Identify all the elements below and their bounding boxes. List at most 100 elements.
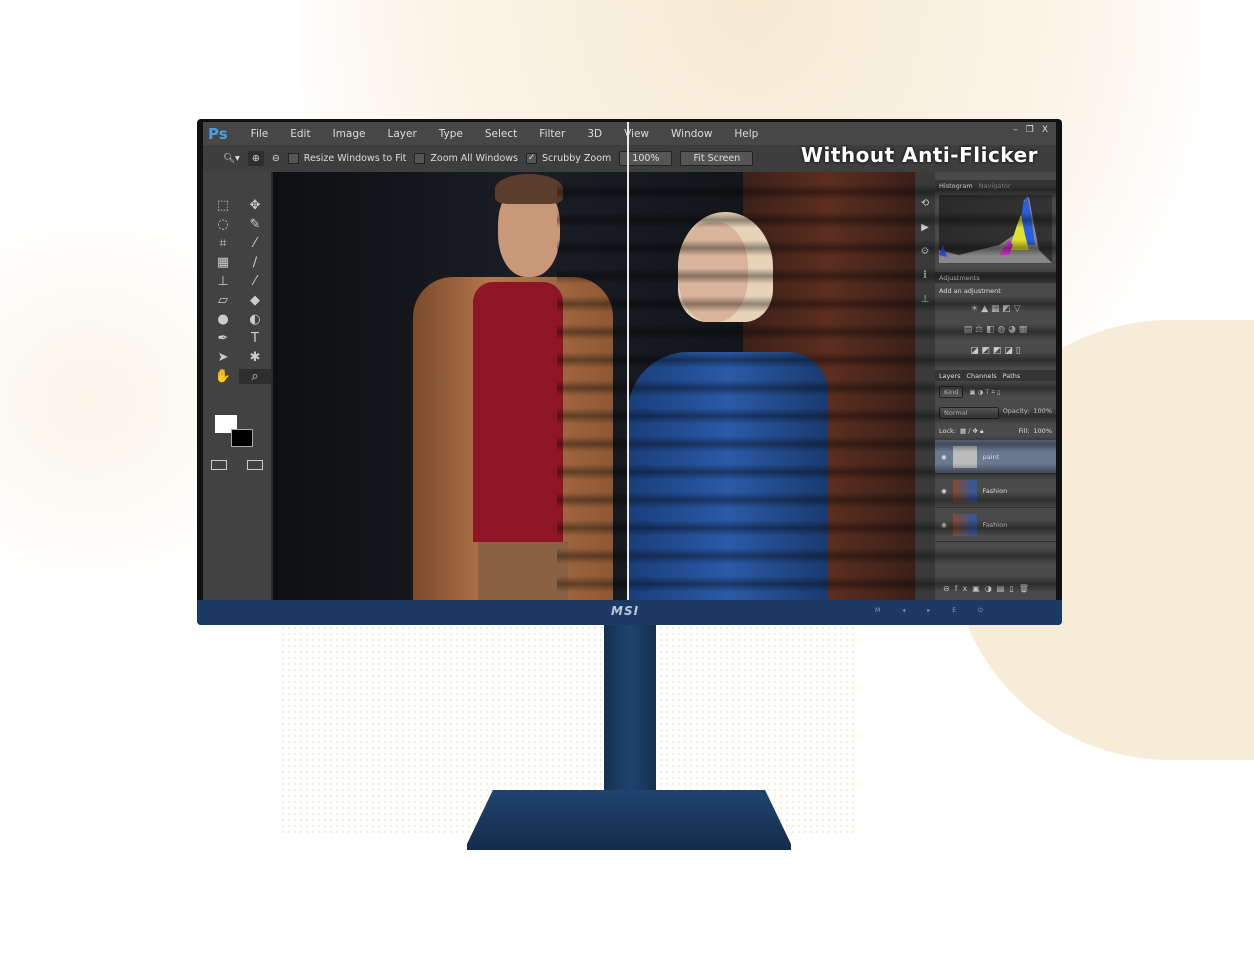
layer-row[interactable]: ◉ paint	[935, 440, 1056, 474]
lock-label: Lock:	[939, 427, 957, 435]
type-tool-icon[interactable]: T	[239, 331, 271, 346]
zoom-in-icon[interactable]: ⊕	[247, 151, 264, 166]
resize-windows-checkbox[interactable]: Resize Windows to Fit	[287, 153, 406, 164]
visibility-eye-icon[interactable]: ◉	[941, 487, 947, 495]
opacity-label: Opacity:	[1002, 407, 1030, 415]
menu-layer[interactable]: Layer	[376, 128, 427, 140]
tab-adjustments[interactable]: Adjustments	[939, 274, 980, 282]
tab-histogram[interactable]: Histogram	[939, 182, 973, 190]
histogram-panel: Histogram Navigator	[935, 180, 1056, 267]
adjustments-hint: Add an adjustment	[939, 287, 1001, 295]
close-button[interactable]: X	[1042, 125, 1048, 135]
menu-bar: Ps File Edit Image Layer Type Select Fil…	[203, 122, 1056, 145]
photoshop-logo: Ps	[208, 124, 228, 143]
photo-woman-jacket	[628, 352, 828, 600]
menu-window[interactable]: Window	[660, 128, 723, 140]
fill-field[interactable]: 100%	[1033, 427, 1052, 436]
adjustment-icons[interactable]: ☀ ▲ ▦ ◩ ▽ ▤ ⚖ ◧ ◍ ◕ ▦ ◪ ◩ ◩ ◪ ▯	[935, 299, 1056, 362]
bucket-tool-icon[interactable]: ◆	[239, 293, 271, 308]
layer-thumbnail	[952, 445, 977, 468]
stamp-tool-icon[interactable]: ⊥	[207, 274, 239, 289]
fit-screen-button[interactable]: Fit Screen	[680, 151, 754, 166]
menu-select[interactable]: Select	[474, 128, 528, 140]
right-button[interactable]: ▸	[927, 607, 930, 615]
menu-3d[interactable]: 3D	[576, 128, 613, 140]
shape-tool-icon[interactable]: ✱	[239, 350, 271, 365]
layers-panel: Layers Channels Paths Kind ▣ ◑ T ⌗ ▯ Normal…	[935, 370, 1056, 593]
screen-mode-icon[interactable]	[247, 460, 263, 470]
menu-filter[interactable]: Filter	[528, 128, 576, 140]
photo-man-pants	[478, 542, 568, 600]
crop-tool-icon[interactable]: ⌗	[207, 236, 239, 251]
msi-logo: MSI	[611, 604, 640, 618]
zoom-tool-icon[interactable]: ⌕	[239, 369, 271, 384]
healing-tool-icon[interactable]: ▦	[207, 255, 239, 270]
monitor-stand-base	[467, 790, 791, 850]
lasso-tool-icon[interactable]: ◌	[207, 217, 239, 232]
screen: Ps File Edit Image Layer Type Select Fil…	[203, 122, 1056, 600]
zoom-out-icon[interactable]: ⊖	[272, 153, 280, 164]
left-button[interactable]: ◂	[902, 607, 905, 615]
menu-view[interactable]: View	[613, 128, 660, 140]
properties-icon[interactable]: ⚙	[915, 240, 935, 264]
zoom-all-windows-checkbox[interactable]: Zoom All Windows	[414, 153, 518, 164]
scrubby-zoom-checkbox[interactable]: ✓ Scrubby Zoom	[526, 153, 611, 164]
power-button[interactable]: ⏻	[978, 607, 983, 615]
kind-filter[interactable]: Kind	[939, 386, 964, 398]
filter-icons[interactable]: ▣ ◑ T ⌗ ▯	[969, 388, 1000, 397]
minimize-button[interactable]: –	[1013, 125, 1018, 135]
layer-action-icons[interactable]: ⊖fx▣◑▤▯🗑︎	[943, 584, 1034, 593]
layer-row[interactable]: ◉ Fashion	[935, 474, 1056, 508]
fill-label: Fill:	[1018, 427, 1030, 435]
hand-tool-icon[interactable]: ✋	[207, 369, 239, 384]
opacity-field[interactable]: 100%	[1033, 407, 1052, 419]
lock-icons[interactable]: ▦ ∕ ✥ 🔒︎	[960, 427, 983, 436]
menu-button[interactable]: M	[875, 607, 880, 615]
exit-button[interactable]: E	[952, 607, 956, 615]
menu-help[interactable]: Help	[723, 128, 769, 140]
monitor-bezel: MSI M ◂ ▸ E ⏻	[197, 600, 1062, 625]
tab-navigator[interactable]: Navigator	[979, 182, 1011, 190]
background-color-swatch[interactable]	[231, 429, 253, 447]
menu-type[interactable]: Type	[428, 128, 474, 140]
brush-tool-icon[interactable]: ∕	[239, 255, 271, 270]
dodge-tool-icon[interactable]: ◐	[239, 312, 271, 327]
bezel-buttons: M ◂ ▸ E ⏻	[875, 607, 983, 615]
headline: Without Anti-Flicker	[800, 143, 1038, 167]
histogram-chart	[939, 195, 1052, 263]
panel-dock: ⟲ ▶ ⚙ ℹ ⊥	[915, 172, 935, 600]
clone-source-icon[interactable]: ⊥	[915, 288, 935, 312]
menu-image[interactable]: Image	[322, 128, 377, 140]
comparison-divider	[627, 122, 629, 600]
history-brush-icon[interactable]: ⁄	[239, 274, 271, 289]
layer-name: paint	[982, 452, 1000, 461]
visibility-eye-icon[interactable]: ◉	[941, 453, 947, 461]
photo-man-hair	[495, 174, 563, 204]
restore-button[interactable]: ❐	[1026, 125, 1034, 135]
layer-thumbnail	[952, 513, 977, 536]
tab-layers[interactable]: Layers	[939, 372, 961, 380]
pen-tool-icon[interactable]: ✒	[207, 331, 239, 346]
blend-mode-select[interactable]: Normal	[939, 407, 999, 419]
menu-edit[interactable]: Edit	[279, 128, 321, 140]
eraser-tool-icon[interactable]: ▱	[207, 293, 239, 308]
image-canvas[interactable]	[273, 172, 915, 600]
history-icon[interactable]: ⟲	[915, 192, 935, 216]
tab-paths[interactable]: Paths	[1003, 372, 1021, 380]
tab-channels[interactable]: Channels	[967, 372, 997, 380]
layer-row[interactable]: ◉ Fashion	[935, 508, 1056, 542]
adjustments-panel: Adjustments Add an adjustment ☀ ▲ ▦ ◩ ▽ ▤…	[935, 272, 1056, 362]
zoom-tool-icon[interactable]: 🔍︎▾	[223, 153, 240, 164]
visibility-eye-icon[interactable]: ◉	[941, 521, 947, 529]
blur-tool-icon[interactable]: ●	[207, 312, 239, 327]
actions-play-icon[interactable]: ▶	[915, 216, 935, 240]
menu-file[interactable]: File	[240, 128, 280, 140]
tools-panel: ⬚ ✥ ◌ ✎ ⌗ ⁄ ▦ ∕ ⊥ ⁄ ▱ ◆ ● ◐ ✒ T ➤ ✱ ✋ ⌕	[203, 172, 273, 600]
marquee-tool-icon[interactable]: ⬚	[207, 198, 239, 213]
path-select-tool-icon[interactable]: ➤	[207, 350, 239, 365]
move-tool-icon[interactable]: ✥	[239, 198, 271, 213]
eyedropper-tool-icon[interactable]: ⁄	[239, 236, 271, 251]
quick-mask-icon[interactable]	[211, 460, 227, 470]
quick-select-tool-icon[interactable]: ✎	[239, 217, 271, 232]
info-icon[interactable]: ℹ	[915, 264, 935, 288]
